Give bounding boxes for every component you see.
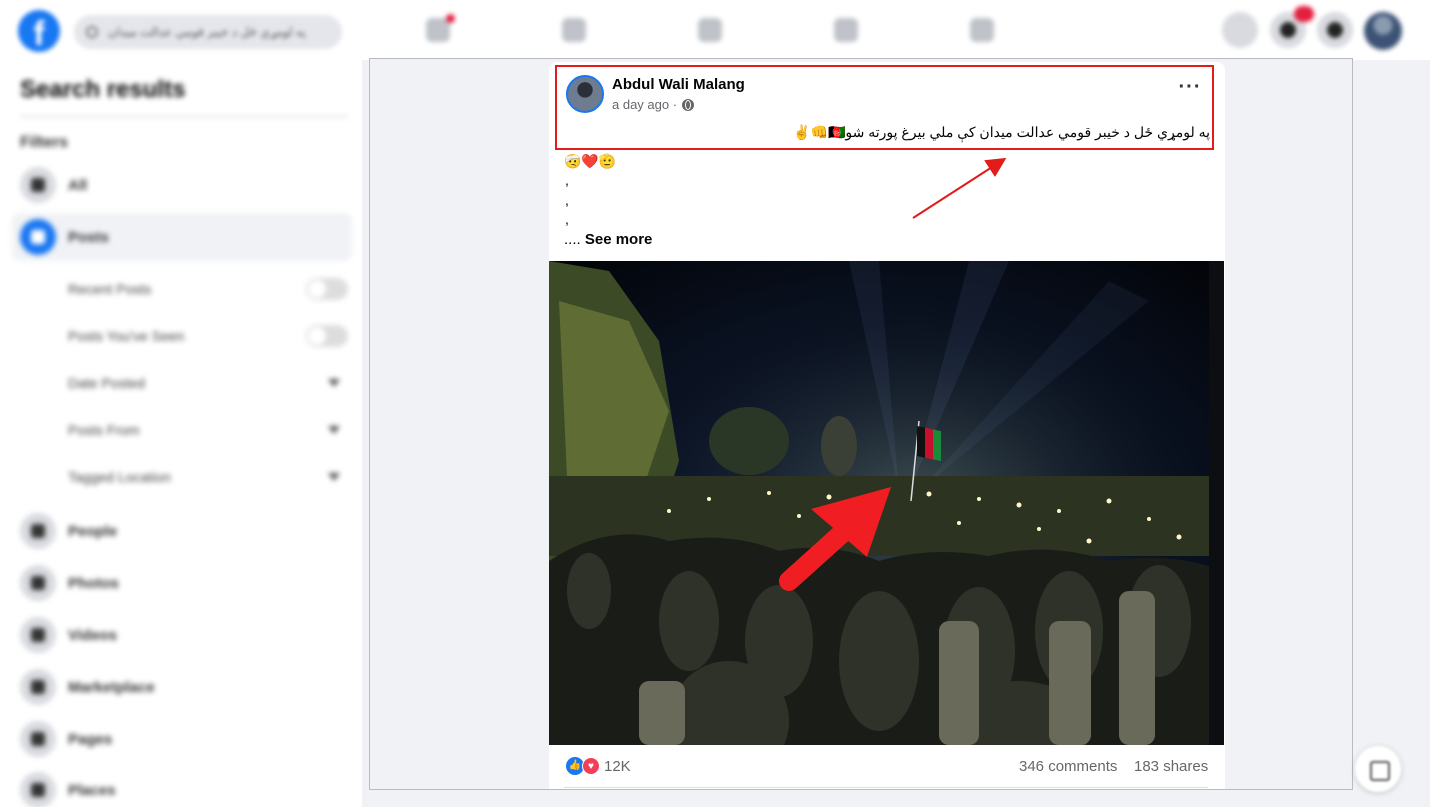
more-options-button[interactable]: ··· bbox=[1174, 77, 1206, 106]
photos-icon bbox=[20, 565, 56, 601]
search-input[interactable]: په لومړي ځل د خیبر قومي عدالت میدان bbox=[74, 15, 342, 49]
post-photo[interactable] bbox=[549, 261, 1224, 745]
sidebar-item-label: Marketplace bbox=[68, 678, 155, 696]
filters-heading: Filters bbox=[20, 134, 69, 151]
ellipsis-text: .... bbox=[564, 231, 581, 248]
sidebar-item-marketplace[interactable]: Marketplace bbox=[12, 663, 352, 711]
sidebar-item-label: Posts bbox=[68, 228, 109, 246]
post-timestamp: a day ago · bbox=[612, 97, 695, 112]
filter-label: Date Posted bbox=[68, 375, 146, 391]
chevron-down-icon bbox=[328, 473, 340, 481]
filter-recent-posts[interactable]: Recent Posts bbox=[68, 274, 348, 304]
sidebar-item-label: Places bbox=[68, 781, 116, 799]
sidebar-divider bbox=[20, 116, 348, 117]
reaction-count: 12K bbox=[604, 757, 631, 775]
pages-icon bbox=[20, 721, 56, 757]
shares-count[interactable]: 183 shares bbox=[1134, 758, 1208, 775]
night-rally-photo bbox=[549, 261, 1224, 745]
post-comma-line: , bbox=[565, 172, 569, 188]
notifications-bell-icon[interactable] bbox=[1317, 12, 1353, 48]
filter-date-posted[interactable]: Date Posted bbox=[68, 368, 348, 398]
post-comma-line: , bbox=[565, 192, 569, 208]
sidebar-item-places[interactable]: Places bbox=[12, 766, 352, 807]
filter-label: Posts You've Seen bbox=[68, 328, 185, 344]
sidebar-item-label: People bbox=[68, 522, 118, 540]
sidebar-item-label: All bbox=[68, 176, 88, 194]
gaming-icon[interactable] bbox=[970, 18, 994, 42]
watch-icon[interactable] bbox=[562, 18, 586, 42]
message-badge bbox=[1294, 6, 1314, 22]
sidebar-item-posts[interactable]: Posts bbox=[12, 213, 352, 261]
see-more-link[interactable]: See more bbox=[585, 231, 653, 248]
search-icon bbox=[86, 26, 98, 38]
all-icon bbox=[20, 167, 56, 203]
search-query-text: په لومړي ځل د خیبر قومي عدالت میدان bbox=[108, 25, 306, 39]
sidebar-item-all[interactable]: All bbox=[12, 161, 352, 209]
stats-divider bbox=[564, 787, 1208, 788]
groups-icon[interactable] bbox=[834, 18, 858, 42]
sidebar-item-label: Pages bbox=[68, 730, 113, 748]
notification-dot-icon bbox=[446, 14, 455, 23]
love-reaction-icon: ♥ bbox=[582, 757, 600, 775]
comments-count[interactable]: 346 comments bbox=[1019, 758, 1117, 775]
new-message-button[interactable] bbox=[1355, 746, 1401, 792]
sidebar-item-photos[interactable]: Photos bbox=[12, 559, 352, 607]
account-avatar[interactable] bbox=[1364, 12, 1402, 50]
menu-grid-icon[interactable] bbox=[1222, 12, 1258, 48]
chevron-down-icon bbox=[328, 426, 340, 434]
posts-seen-toggle[interactable] bbox=[306, 325, 348, 347]
marketplace-nav-icon[interactable] bbox=[698, 18, 722, 42]
sidebar-item-label: Photos bbox=[68, 574, 119, 592]
filter-label: Tagged Location bbox=[68, 469, 171, 485]
sidebar-item-people[interactable]: People bbox=[12, 507, 352, 555]
post-emoji-line: 🤕❤️🫡 bbox=[564, 153, 617, 169]
post-body-text: په لومړي ځل د خیبر قومي عدالت میدان کې م… bbox=[793, 124, 1210, 140]
timestamp-text[interactable]: a day ago · bbox=[612, 97, 677, 112]
filter-tagged-location[interactable]: Tagged Location bbox=[68, 462, 348, 492]
author-name[interactable]: Abdul Wali Malang bbox=[612, 76, 745, 93]
posts-icon bbox=[20, 219, 56, 255]
filter-label: Posts From bbox=[68, 422, 140, 438]
filter-label: Recent Posts bbox=[68, 281, 152, 297]
globe-icon bbox=[682, 98, 695, 111]
sidebar-item-pages[interactable]: Pages bbox=[12, 715, 352, 763]
people-icon bbox=[20, 513, 56, 549]
reactions-summary[interactable]: 👍 ♥ 12K bbox=[566, 757, 631, 775]
sidebar-title: Search results bbox=[20, 76, 186, 103]
places-icon bbox=[20, 772, 56, 807]
chevron-down-icon bbox=[328, 379, 340, 387]
marketplace-icon bbox=[20, 669, 56, 705]
author-avatar[interactable] bbox=[566, 75, 604, 113]
sidebar-item-label: Videos bbox=[68, 626, 117, 644]
search-sidebar: Search results Filters All Posts Recent … bbox=[0, 60, 362, 807]
top-navigation-bar: f په لومړي ځل د خیبر قومي عدالت میدان bbox=[0, 0, 1430, 60]
filter-posts-from[interactable]: Posts From bbox=[68, 415, 348, 445]
videos-icon bbox=[20, 617, 56, 653]
recent-posts-toggle[interactable] bbox=[306, 278, 348, 300]
filter-posts-seen[interactable]: Posts You've Seen bbox=[68, 321, 348, 351]
post-comma-line: , bbox=[565, 211, 569, 227]
sidebar-item-videos[interactable]: Videos bbox=[12, 611, 352, 659]
facebook-logo-icon[interactable]: f bbox=[18, 10, 60, 52]
see-more-row: .... See more bbox=[564, 231, 652, 248]
